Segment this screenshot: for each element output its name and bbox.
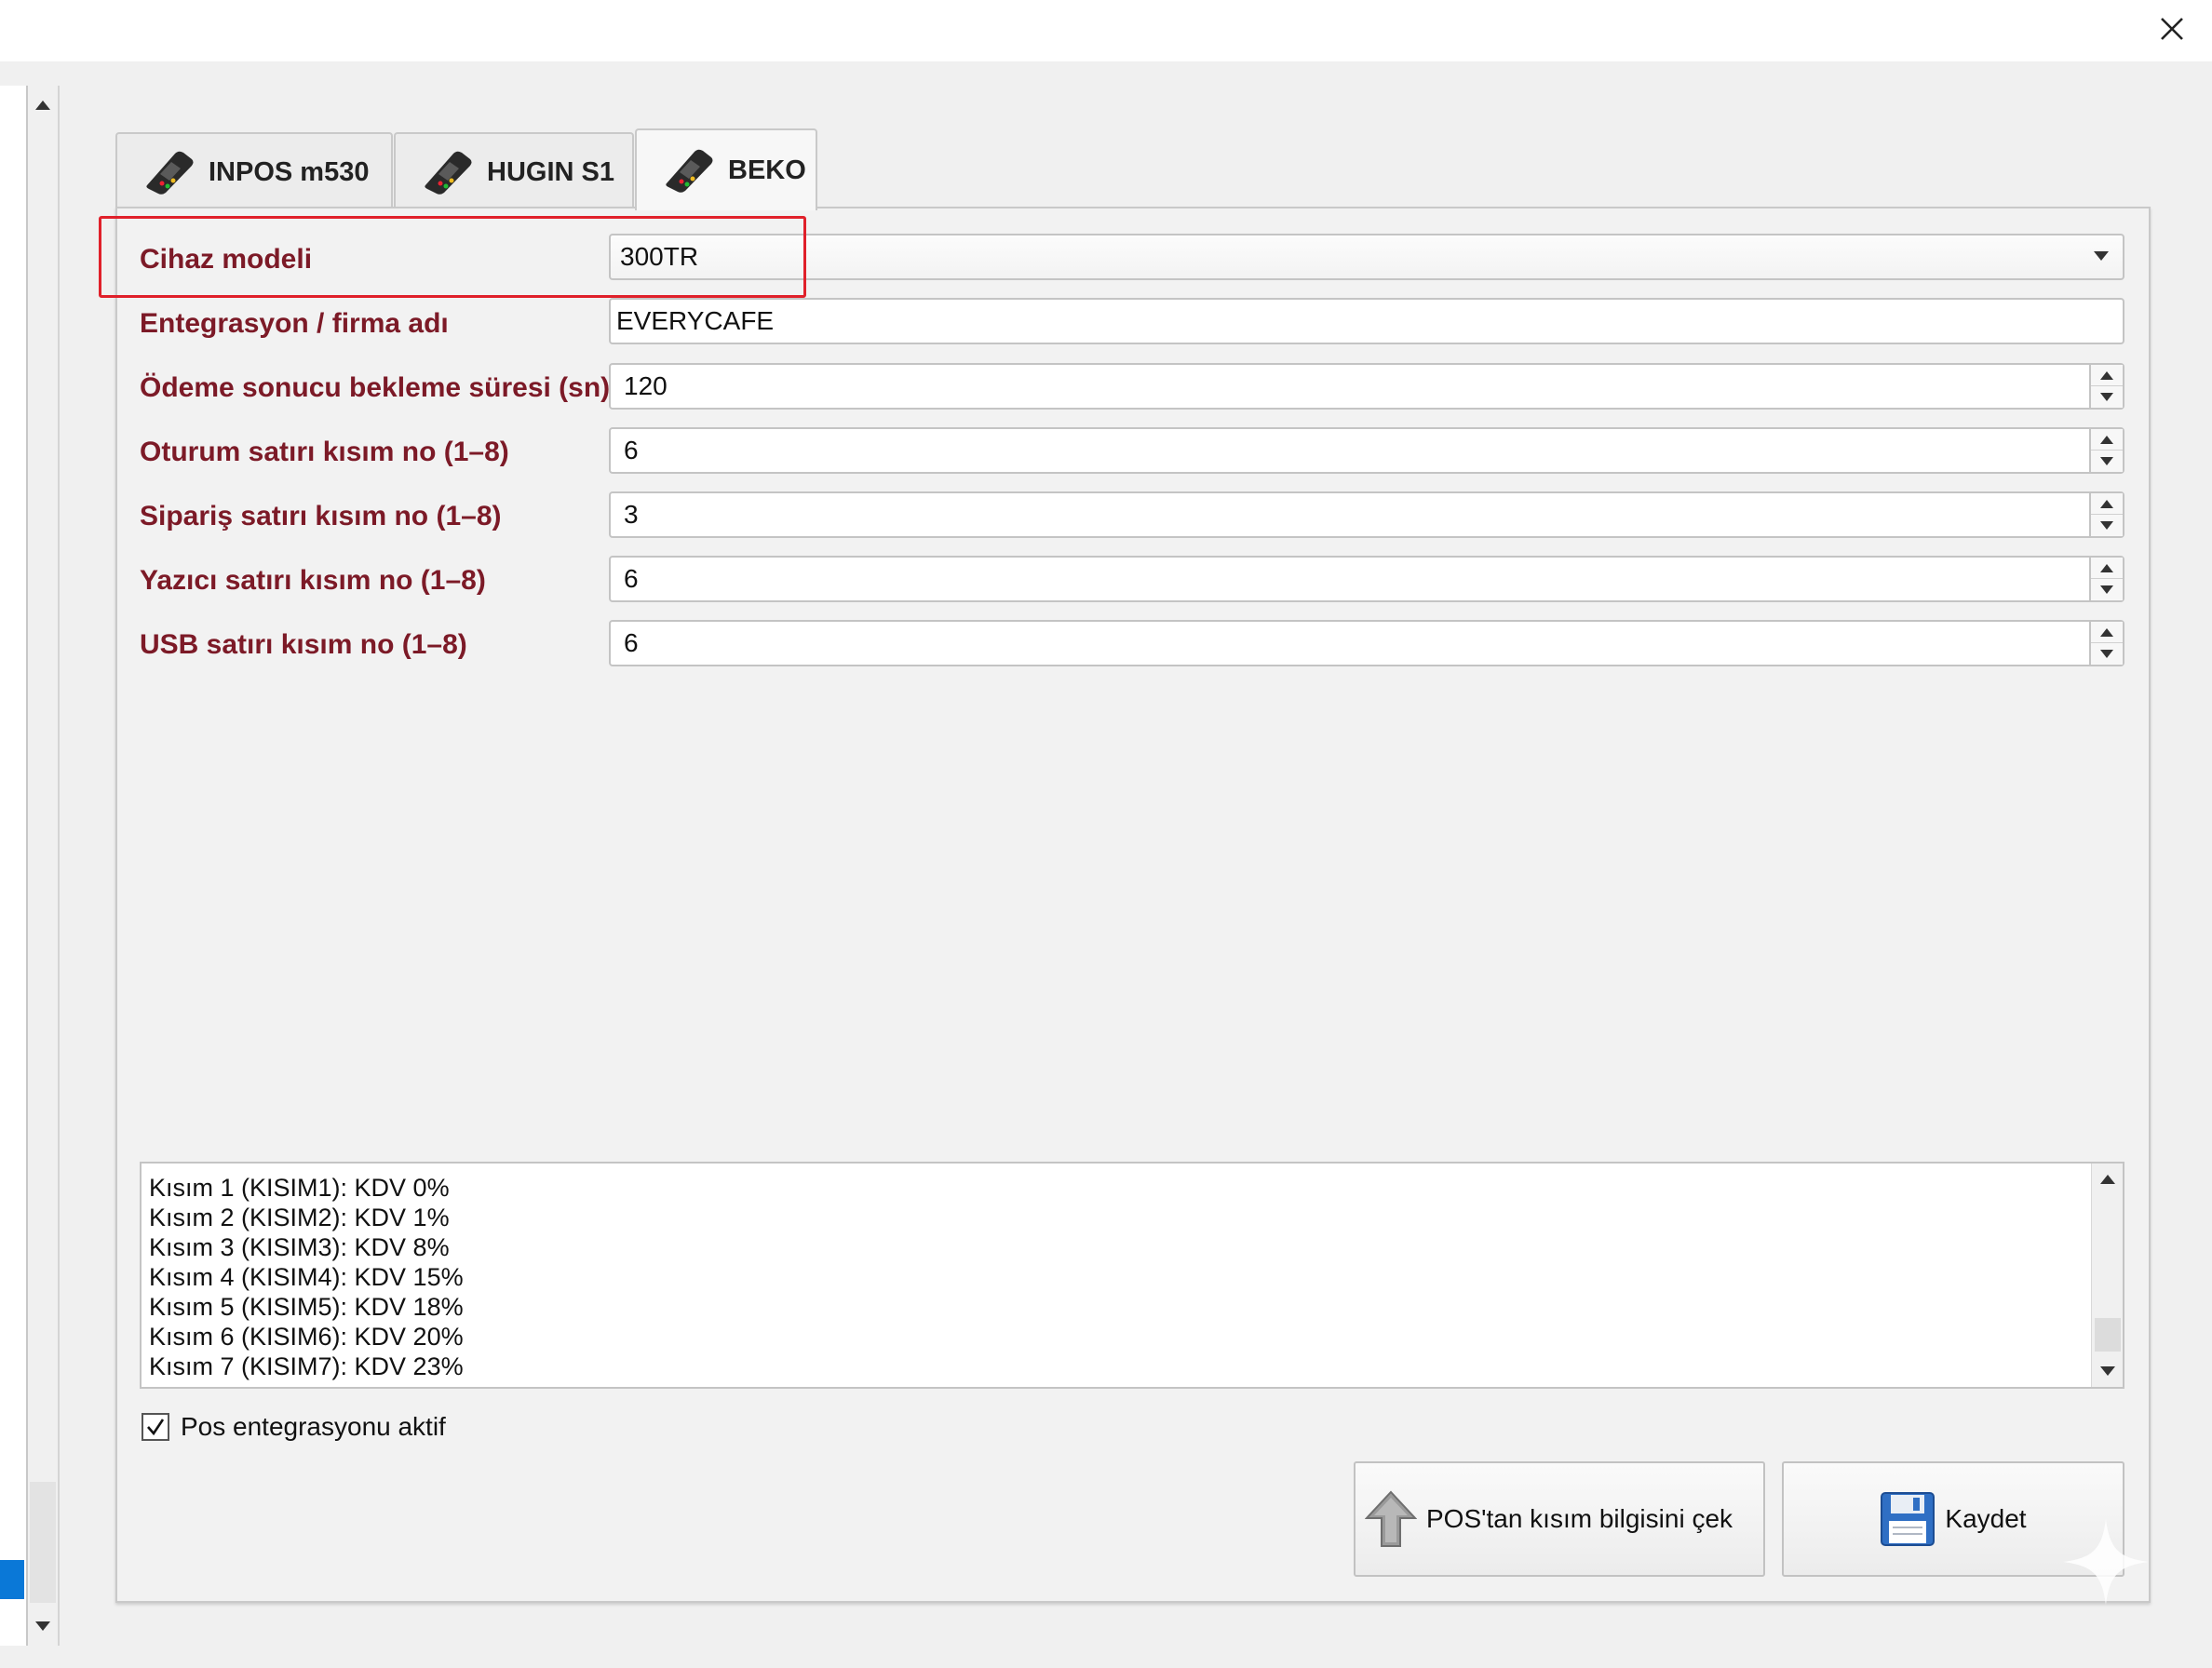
list-scroll-down-button[interactable] xyxy=(2092,1355,2124,1387)
chevron-down-icon xyxy=(2094,251,2109,261)
list-scroll-up-button[interactable] xyxy=(2092,1164,2124,1195)
tab-content-panel xyxy=(115,207,2151,1603)
integration-name-value: EVERYCAFE xyxy=(616,306,775,335)
arrow-up-icon xyxy=(2100,563,2113,572)
session-dept-label: Oturum satırı kısım no (1–8) xyxy=(140,437,509,467)
arrow-down-icon xyxy=(2100,585,2113,594)
list-item[interactable]: Kısım 1 (KISIM1): KDV 0% xyxy=(149,1173,464,1203)
floppy-disk-icon xyxy=(1881,1492,1936,1546)
arrow-down-icon xyxy=(2100,457,2113,465)
spin-buttons xyxy=(2089,558,2123,600)
left-list[interactable] xyxy=(0,86,28,1646)
session-dept-spinbox[interactable]: 6 xyxy=(609,427,2124,474)
order-dept-spinbox[interactable]: 3 xyxy=(609,491,2124,538)
arrow-down-icon xyxy=(2100,1366,2115,1376)
arrow-down-icon xyxy=(2100,393,2113,401)
list-item[interactable]: Kısım 6 (KISIM6): KDV 20% xyxy=(149,1322,464,1352)
device-model-label: Cihaz modeli xyxy=(140,244,313,275)
left-scroll-down-button[interactable] xyxy=(28,1607,58,1646)
payment-timeout-label: Ödeme sonucu bekleme süresi (sn) xyxy=(140,372,611,403)
list-item[interactable]: Kısım 5 (KISIM5): KDV 18% xyxy=(149,1292,464,1322)
arrow-up-icon xyxy=(2100,1175,2115,1184)
arrow-up-icon xyxy=(1365,1490,1417,1547)
usb-dept-spinbox[interactable]: 6 xyxy=(609,620,2124,666)
payment-timeout-spinbox[interactable]: 120 xyxy=(609,363,2124,410)
list-scrollbar[interactable] xyxy=(2091,1164,2123,1387)
spin-up-button[interactable] xyxy=(2091,493,2123,515)
arrow-up-icon xyxy=(2100,499,2113,508)
spin-up-button[interactable] xyxy=(2091,558,2123,579)
tab-hugin[interactable]: HUGIN S1 xyxy=(394,132,634,210)
arrow-down-icon xyxy=(2100,521,2113,530)
usb-dept-value: 6 xyxy=(624,628,639,657)
left-scroll-up-button[interactable] xyxy=(28,86,58,125)
pull-departments-button[interactable]: POS'tan kısım bilgisini çek xyxy=(1354,1461,1765,1577)
pos-terminal-icon xyxy=(666,149,713,193)
tab-label: HUGIN S1 xyxy=(487,156,614,187)
arrow-down-icon xyxy=(2100,650,2113,658)
printer-dept-label: Yazıcı satırı kısım no (1–8) xyxy=(140,565,486,596)
spin-buttons xyxy=(2089,365,2123,408)
tab-inpos[interactable]: INPOS m530 xyxy=(115,132,393,210)
pos-active-label: Pos entegrasyonu aktif xyxy=(181,1412,446,1441)
spin-down-button[interactable] xyxy=(2091,579,2123,600)
usb-dept-label: USB satırı kısım no (1–8) xyxy=(140,629,467,660)
list-item[interactable]: Kısım 2 (KISIM2): KDV 1% xyxy=(149,1203,464,1232)
spin-down-button[interactable] xyxy=(2091,643,2123,665)
spin-down-button[interactable] xyxy=(2091,451,2123,472)
checkmark-icon xyxy=(147,1419,165,1436)
close-button[interactable] xyxy=(2147,7,2197,50)
list-item[interactable]: Kısım 4 (KISIM4): KDV 15% xyxy=(149,1262,464,1292)
list-item[interactable]: Kısım 7 (KISIM7): KDV 23% xyxy=(149,1352,464,1381)
spin-buttons xyxy=(2089,493,2123,536)
list-item[interactable]: Kısım 3 (KISIM3): KDV 8% xyxy=(149,1232,464,1262)
tab-label: BEKO xyxy=(728,155,806,185)
close-icon xyxy=(2161,18,2183,40)
pos-terminal-icon xyxy=(425,151,472,195)
department-items: Kısım 1 (KISIM1): KDV 0% Kısım 2 (KISIM2… xyxy=(149,1173,464,1381)
device-model-value: 300TR xyxy=(620,242,699,271)
sparkle-watermark-icon xyxy=(2063,1519,2149,1605)
device-model-select[interactable]: 300TR xyxy=(609,234,2124,280)
pull-departments-label: POS'tan kısım bilgisini çek xyxy=(1426,1504,1733,1533)
tab-label: INPOS m530 xyxy=(209,156,370,187)
title-bar xyxy=(0,0,2212,61)
printer-dept-value: 6 xyxy=(624,564,639,593)
order-dept-label: Sipariş satırı kısım no (1–8) xyxy=(140,501,502,531)
spin-up-button[interactable] xyxy=(2091,365,2123,386)
list-scroll-thumb[interactable] xyxy=(2095,1318,2121,1352)
order-dept-value: 3 xyxy=(624,500,639,529)
department-list[interactable]: Kısım 1 (KISIM1): KDV 0% Kısım 2 (KISIM2… xyxy=(140,1162,2124,1389)
arrow-down-icon xyxy=(35,1621,50,1631)
spin-down-button[interactable] xyxy=(2091,386,2123,408)
tab-beko[interactable]: BEKO xyxy=(635,128,817,210)
arrow-up-icon xyxy=(2100,370,2113,380)
spin-buttons xyxy=(2089,429,2123,472)
session-dept-value: 6 xyxy=(624,436,639,464)
left-scroll-thumb[interactable] xyxy=(30,1482,56,1603)
save-label: Kaydet xyxy=(1945,1504,2027,1533)
pos-active-checkbox[interactable] xyxy=(142,1413,169,1441)
spin-buttons xyxy=(2089,622,2123,665)
arrow-up-icon xyxy=(2100,435,2113,444)
payment-timeout-value: 120 xyxy=(624,371,668,400)
left-list-panel xyxy=(0,86,60,1646)
spin-up-button[interactable] xyxy=(2091,429,2123,451)
arrow-up-icon xyxy=(2100,627,2113,637)
pos-terminal-icon xyxy=(146,151,194,195)
spin-up-button[interactable] xyxy=(2091,622,2123,643)
pos-active-row: Pos entegrasyonu aktif xyxy=(142,1411,446,1443)
spin-down-button[interactable] xyxy=(2091,515,2123,536)
arrow-up-icon xyxy=(35,101,50,110)
integration-name-label: Entegrasyon / firma adı xyxy=(140,308,449,339)
printer-dept-spinbox[interactable]: 6 xyxy=(609,556,2124,602)
left-list-selected-item[interactable] xyxy=(0,1560,24,1599)
integration-name-input[interactable]: EVERYCAFE xyxy=(609,298,2124,344)
